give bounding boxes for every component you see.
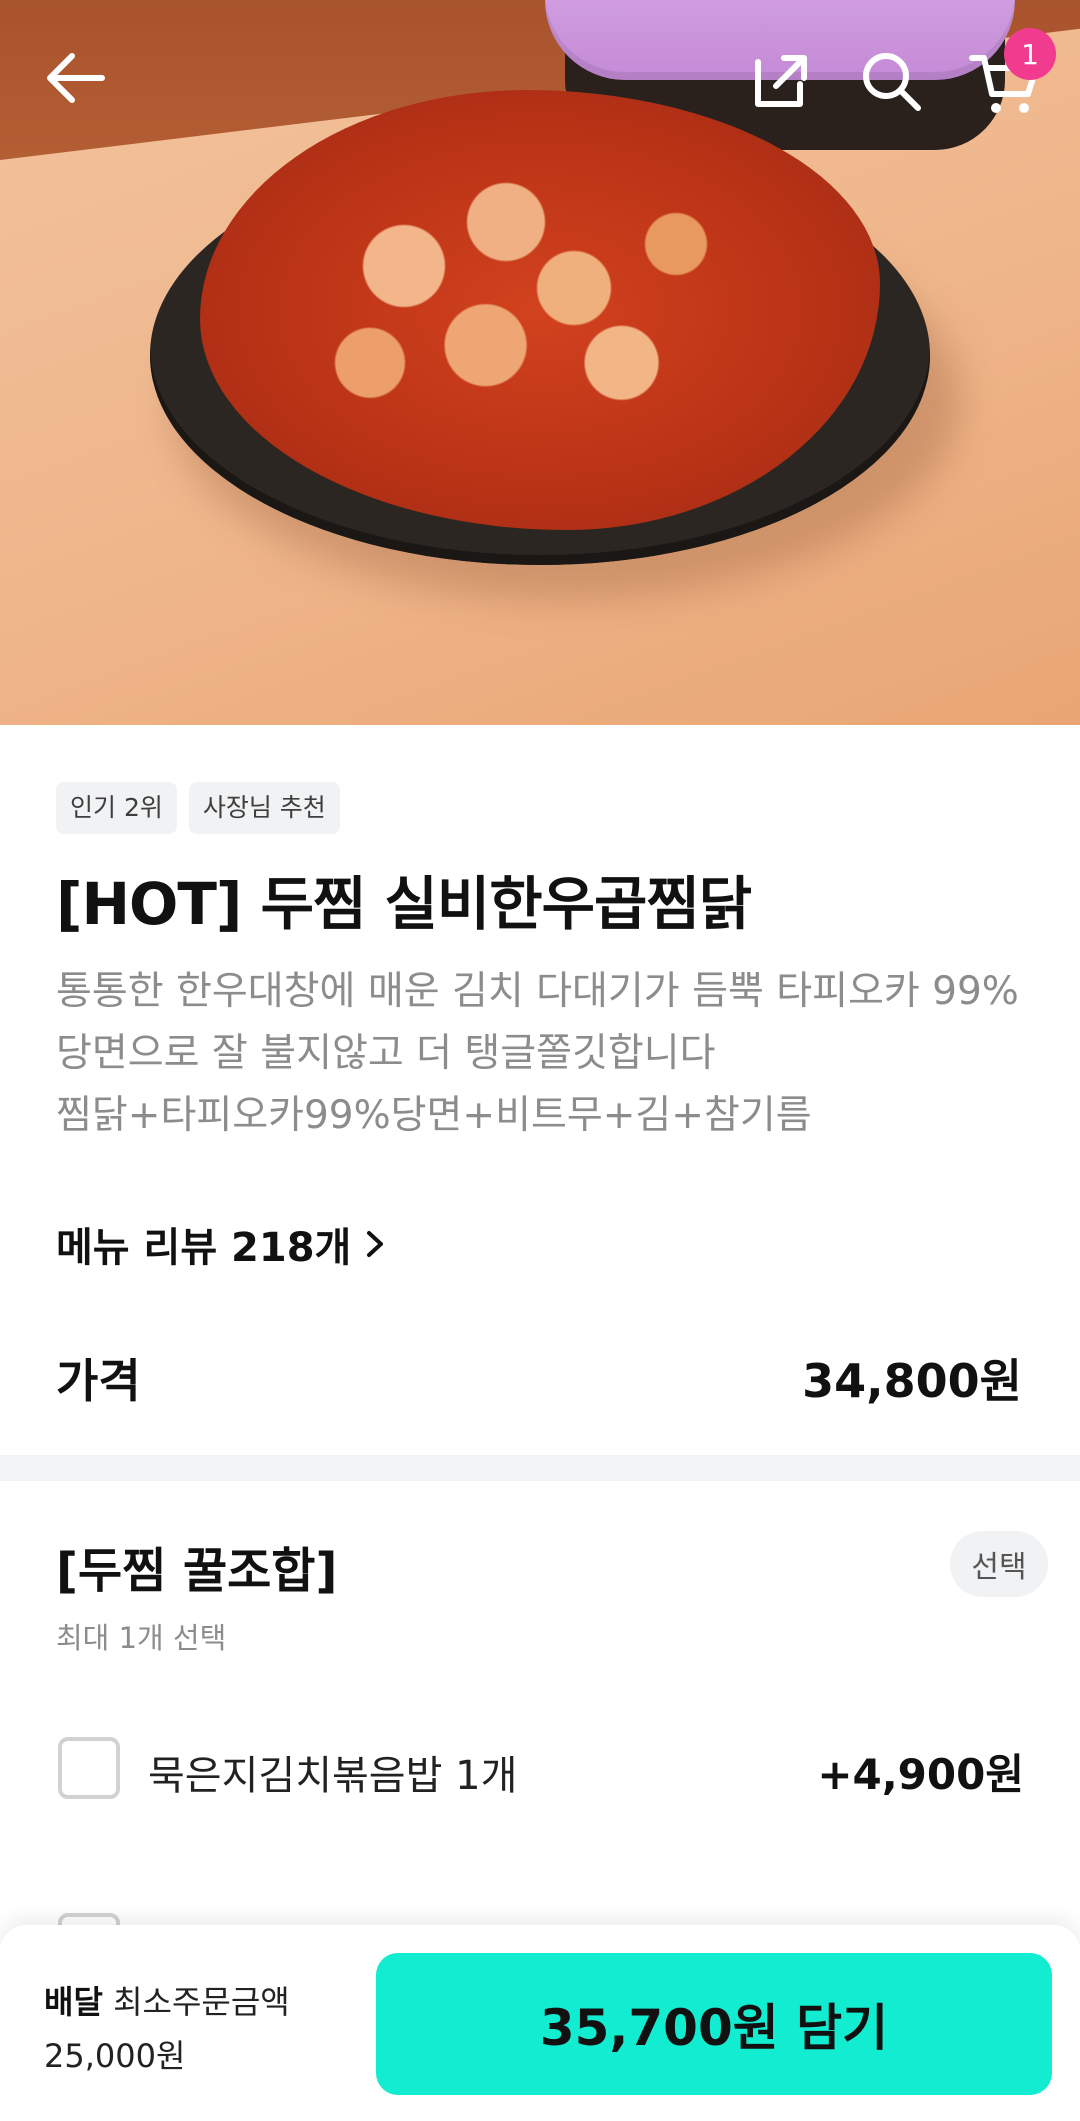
price-value: 34,800원 [802, 1354, 1022, 1408]
option-price: +4,900원 [817, 1750, 1024, 1799]
tag-popular-rank: 인기 2위 [56, 782, 177, 834]
menu-review-label: 메뉴 리뷰 218개 [56, 1225, 352, 1271]
delivery-label: 배달 [44, 1983, 103, 2021]
add-to-cart-button[interactable]: 35,700원 담기 [376, 1953, 1052, 2095]
price-label: 가격 [56, 1354, 141, 1408]
search-icon[interactable] [858, 48, 924, 114]
min-order-value: 25,000원 [44, 2037, 186, 2075]
min-order-label: 최소주문금액 [113, 1983, 290, 2021]
description-line: 찜닭+타피오카99%당면+비트무+김+참기름 [56, 1093, 812, 1138]
option-group-subtitle: 최대 1개 선택 [56, 1621, 227, 1655]
back-arrow-icon[interactable] [40, 48, 110, 108]
menu-review-link[interactable]: 메뉴 리뷰 218개 [56, 1215, 387, 1273]
option-item[interactable]: 묵은지김치볶음밥 1개 +4,900원 [56, 1735, 1024, 1801]
section-divider [0, 1455, 1080, 1481]
product-title: [HOT] 두찜 실비한우곱찜닭 [56, 870, 752, 938]
bottom-order-bar: 배달 최소주문금액 25,000원 35,700원 담기 [0, 1925, 1080, 2121]
option-checkbox[interactable] [58, 1737, 120, 1799]
cart-count-badge: 1 [1004, 28, 1056, 80]
top-toolbar: 1 [0, 0, 1080, 160]
product-description: 통통한 한우대창에 매운 김치 다대기가 듬뿍 타피오카 99% 당면으로 잘 … [56, 961, 1036, 1147]
chevron-right-icon [367, 1231, 384, 1257]
share-icon[interactable] [748, 48, 814, 114]
description-line: 통통한 한우대창에 매운 김치 다대기가 듬뿍 타피오카 99% [56, 969, 1019, 1014]
delivery-info: 배달 최소주문금액 25,000원 [44, 1975, 290, 2083]
option-group-title: [두찜 꿀조합] [56, 1543, 338, 1599]
option-optional-badge: 선택 [950, 1531, 1048, 1597]
product-tags: 인기 2위 사장님 추천 [56, 782, 340, 834]
option-label: 묵은지김치볶음밥 1개 [148, 1753, 518, 1799]
tag-owner-pick: 사장님 추천 [188, 782, 340, 834]
description-line: 당면으로 잘 불지않고 더 탱글쫄깃합니다 [56, 1031, 716, 1076]
